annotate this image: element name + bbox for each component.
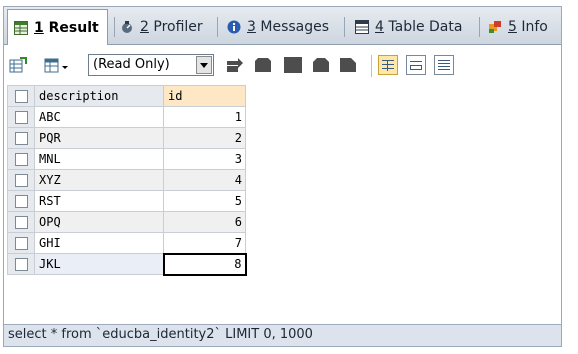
- tab-info[interactable]: 5 Info: [488, 11, 548, 43]
- tab-messages-label: Messages: [260, 19, 330, 35]
- tab-table-data-number: 4: [375, 19, 384, 35]
- table-row[interactable]: MNL 3: [7, 148, 246, 170]
- table-row[interactable]: RST 5: [7, 190, 246, 212]
- description-cell[interactable]: ABC: [34, 106, 164, 128]
- select-all-checkbox[interactable]: [14, 90, 28, 103]
- chevron-down-icon[interactable]: [196, 56, 212, 74]
- save-icon[interactable]: [284, 57, 302, 73]
- tab-messages[interactable]: 3 Messages: [227, 11, 329, 43]
- result-tab-bar: 1 Result 2 Profiler 3 Messages 4 Table D…: [4, 7, 561, 45]
- export-icon[interactable]: [9, 57, 27, 73]
- table-header-row: description id: [7, 85, 246, 107]
- tab-info-number: 5: [508, 19, 517, 35]
- tab-result[interactable]: 1 Result: [7, 9, 108, 45]
- form-view-icon[interactable]: [406, 55, 426, 75]
- delete-row-icon[interactable]: [312, 57, 330, 73]
- info-bubble-icon: [227, 20, 241, 34]
- toolbar-separator: [371, 55, 372, 77]
- tab-table-data-label: Table Data: [388, 19, 463, 35]
- id-cell[interactable]: 1: [163, 106, 246, 128]
- tab-messages-number: 3: [247, 19, 256, 35]
- table-row[interactable]: GHI 7: [7, 232, 246, 254]
- description-cell[interactable]: MNL: [34, 148, 164, 170]
- tab-separator: [344, 17, 345, 37]
- result-grid-icon: [14, 20, 28, 35]
- table-row[interactable]: XYZ 4: [7, 169, 246, 191]
- grid-view-icon[interactable]: [378, 55, 398, 75]
- result-table: description id ABC 1 PQR 2 MNL 3 XYZ 4 R…: [7, 85, 247, 276]
- query-result-window: 1 Result 2 Profiler 3 Messages 4 Table D…: [3, 6, 562, 347]
- row-checkbox[interactable]: [14, 111, 28, 124]
- description-cell[interactable]: OPQ: [34, 211, 164, 233]
- tab-separator: [217, 17, 218, 37]
- table-row[interactable]: OPQ 6: [7, 211, 246, 233]
- text-view-icon[interactable]: [434, 55, 454, 75]
- table-icon: [355, 20, 369, 34]
- column-header-description[interactable]: description: [34, 85, 164, 107]
- id-cell-focused[interactable]: 8: [162, 252, 247, 276]
- row-checkbox[interactable]: [14, 216, 28, 229]
- id-cell[interactable]: 6: [163, 211, 246, 233]
- query-status-bar: select * from `educba_identity2` LIMIT 0…: [4, 324, 561, 346]
- row-checkbox[interactable]: [14, 153, 28, 166]
- row-checkbox[interactable]: [14, 132, 28, 145]
- table-row[interactable]: ABC 1: [7, 106, 246, 128]
- tab-separator: [479, 17, 480, 37]
- id-cell[interactable]: 5: [163, 190, 246, 212]
- row-checkbox[interactable]: [14, 195, 28, 208]
- description-cell[interactable]: RST: [34, 190, 164, 212]
- info-flag-icon: [488, 20, 502, 34]
- tab-info-label: Info: [521, 19, 548, 35]
- column-header-id[interactable]: id: [163, 85, 246, 107]
- select-all-cell[interactable]: [7, 85, 35, 107]
- profiler-icon: [120, 20, 134, 34]
- row-checkbox[interactable]: [14, 258, 28, 271]
- id-cell[interactable]: 3: [163, 148, 246, 170]
- tab-table-data[interactable]: 4 Table Data: [355, 11, 462, 43]
- description-cell[interactable]: XYZ: [34, 169, 164, 191]
- result-grid: description id ABC 1 PQR 2 MNL 3 XYZ 4 R…: [7, 85, 247, 276]
- read-only-mode-value: (Read Only): [93, 57, 170, 72]
- row-checkbox[interactable]: [14, 237, 28, 250]
- description-cell[interactable]: JKL: [34, 253, 164, 275]
- tab-profiler-label: Profiler: [153, 19, 203, 35]
- description-cell[interactable]: GHI: [34, 232, 164, 254]
- grid-options-icon[interactable]: [44, 57, 70, 73]
- tab-result-number: 1: [34, 19, 44, 36]
- cancel-icon[interactable]: [339, 57, 357, 73]
- tab-profiler-number: 2: [140, 19, 149, 35]
- table-row[interactable]: JKL 8: [7, 252, 247, 276]
- add-row-icon[interactable]: [226, 57, 244, 73]
- row-checkbox[interactable]: [14, 174, 28, 187]
- id-cell[interactable]: 4: [163, 169, 246, 191]
- tab-separator: [114, 17, 115, 37]
- tab-profiler[interactable]: 2 Profiler: [120, 11, 203, 43]
- table-row[interactable]: PQR 2: [7, 127, 246, 149]
- read-only-mode-select[interactable]: (Read Only): [88, 54, 214, 76]
- id-cell[interactable]: 7: [163, 232, 246, 254]
- duplicate-row-icon[interactable]: [254, 57, 272, 73]
- tab-result-label: Result: [48, 19, 99, 36]
- description-cell[interactable]: PQR: [34, 127, 164, 149]
- result-toolbar: (Read Only): [4, 45, 561, 85]
- id-cell[interactable]: 2: [163, 127, 246, 149]
